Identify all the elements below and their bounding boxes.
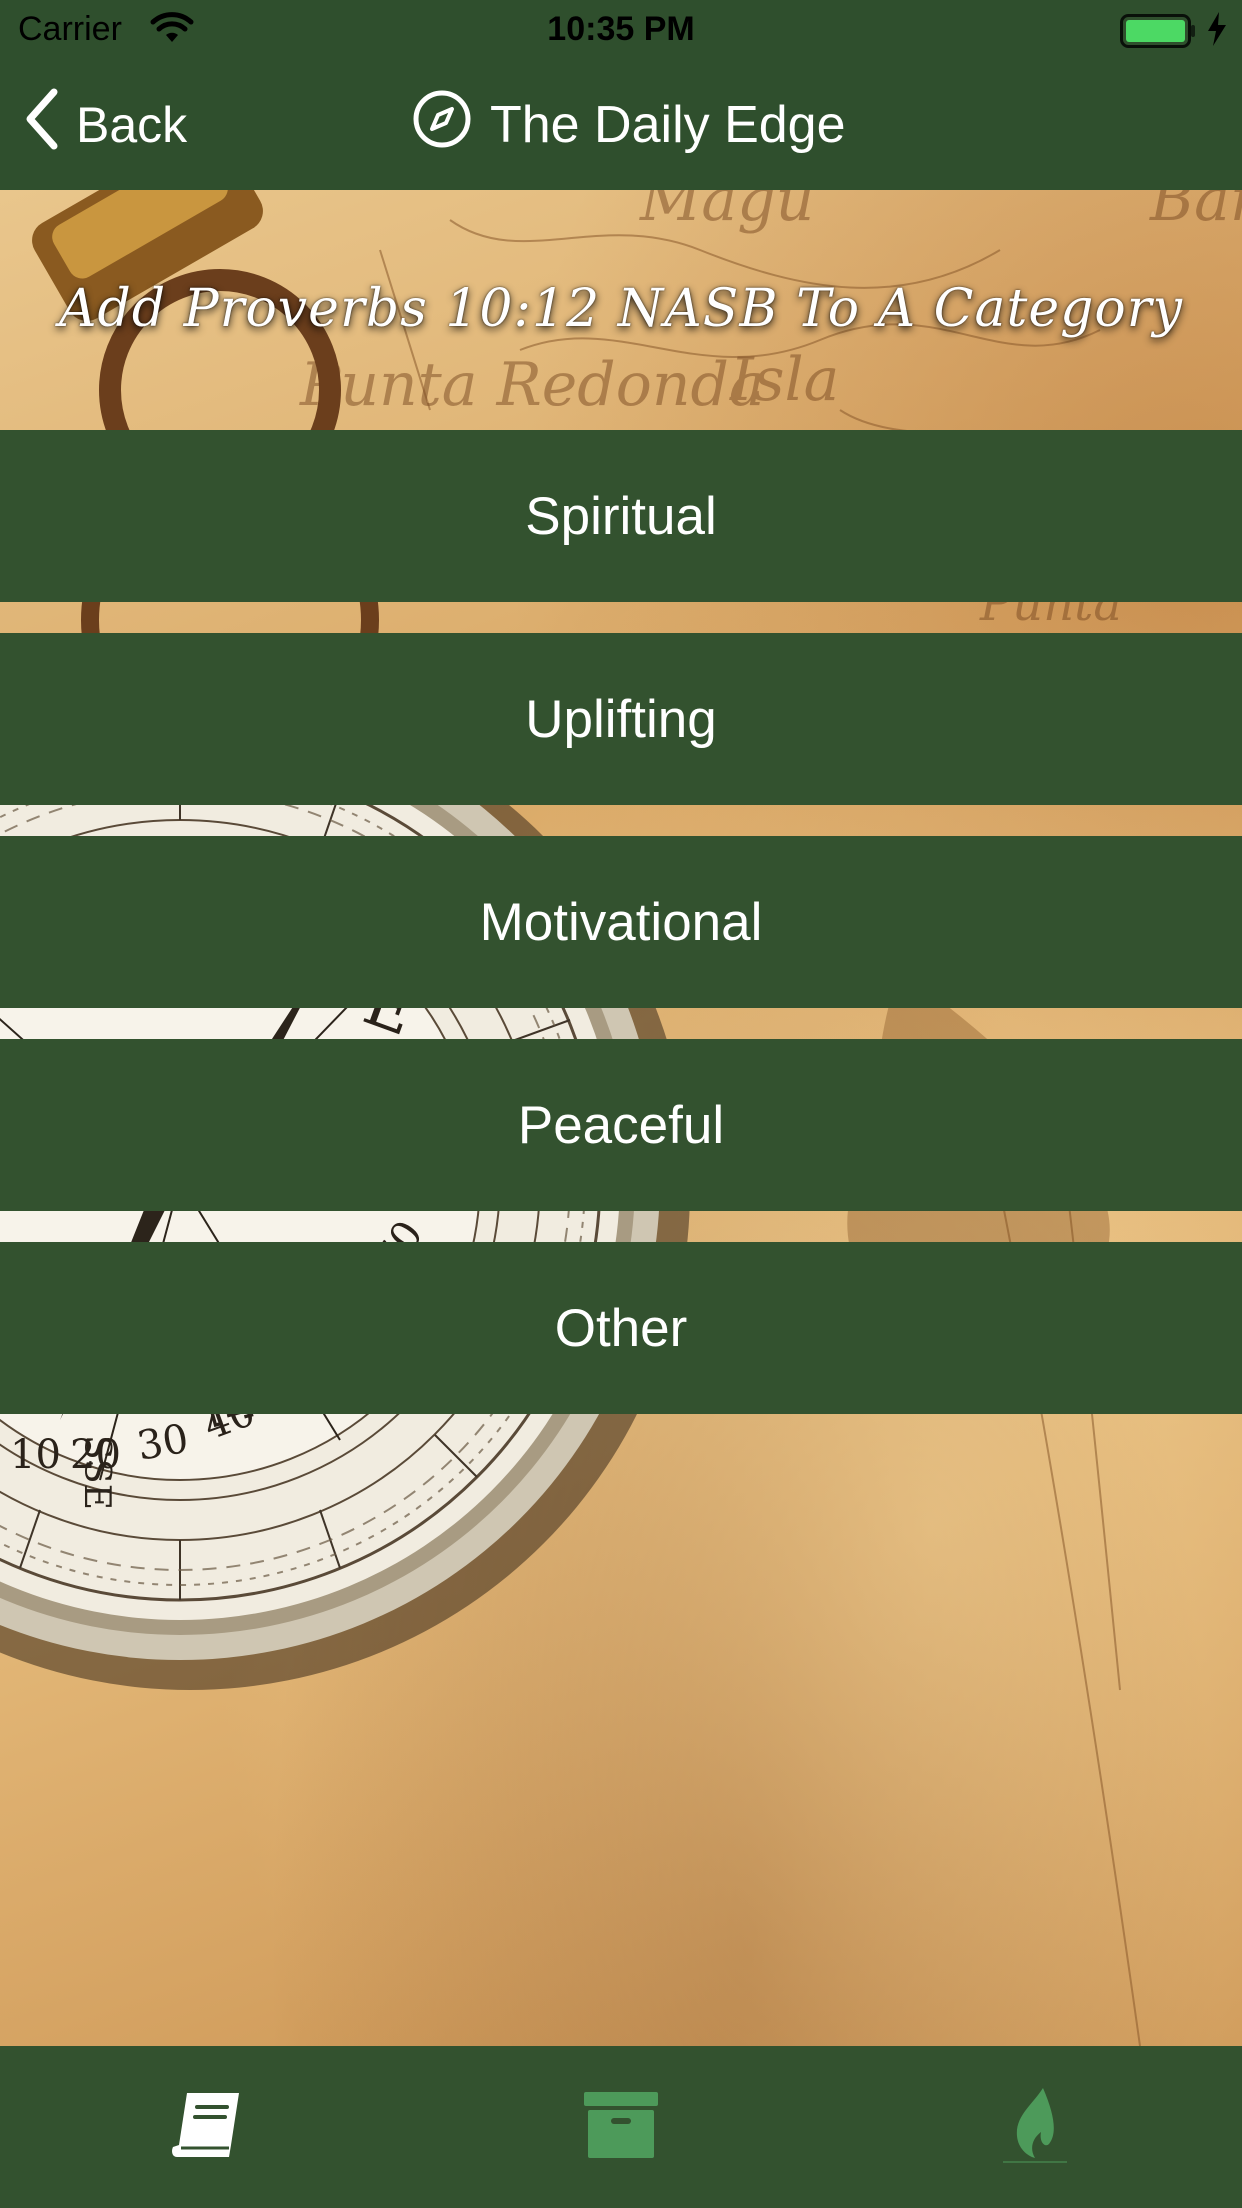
- archive-box-icon: [584, 2090, 658, 2165]
- svg-text:20: 20: [70, 1432, 121, 1478]
- tab-book[interactable]: [0, 2046, 414, 2208]
- category-button-peaceful[interactable]: Peaceful: [0, 1039, 1242, 1211]
- screen: Punta Redonda Isla Magu Bar Punta: [0, 0, 1242, 2208]
- back-button-label: Back: [76, 97, 188, 153]
- back-button[interactable]: Back: [24, 88, 188, 162]
- status-bar: Carrier 10:35 PM: [0, 0, 1242, 60]
- svg-text:10: 10: [10, 1432, 61, 1478]
- category-button-other[interactable]: Other: [0, 1242, 1242, 1414]
- category-button-motivational[interactable]: Motivational: [0, 836, 1242, 1008]
- charging-bolt-icon: [1206, 12, 1228, 55]
- status-time: 10:35 PM: [547, 10, 695, 48]
- category-label: Uplifting: [525, 689, 717, 749]
- compass-icon: [412, 89, 472, 162]
- category-label: Other: [554, 1298, 688, 1358]
- chevron-left-icon: [24, 88, 60, 162]
- category-button-uplifting[interactable]: Uplifting: [0, 633, 1242, 805]
- tab-flame[interactable]: [828, 2046, 1242, 2208]
- tab-bar: [0, 2046, 1242, 2208]
- category-label: Peaceful: [517, 1095, 725, 1155]
- nav-title: The Daily Edge: [412, 90, 846, 160]
- battery-icon: [1120, 14, 1196, 57]
- category-button-spiritual[interactable]: Spiritual: [0, 430, 1242, 602]
- nav-title-text: The Daily Edge: [490, 96, 846, 154]
- navigation-bar: Back The Daily Edge: [0, 60, 1242, 190]
- category-label: Spiritual: [525, 486, 717, 546]
- header-banner: Add Proverbs 10:12 NASB To A Category: [0, 190, 1242, 428]
- book-icon: [169, 2089, 245, 2166]
- tab-archive[interactable]: [414, 2046, 828, 2208]
- flame-icon: [1003, 2086, 1067, 2169]
- category-label: Motivational: [479, 892, 763, 952]
- svg-text:30: 30: [134, 1416, 192, 1470]
- page-title: Add Proverbs 10:12 NASB To A Category: [59, 279, 1183, 339]
